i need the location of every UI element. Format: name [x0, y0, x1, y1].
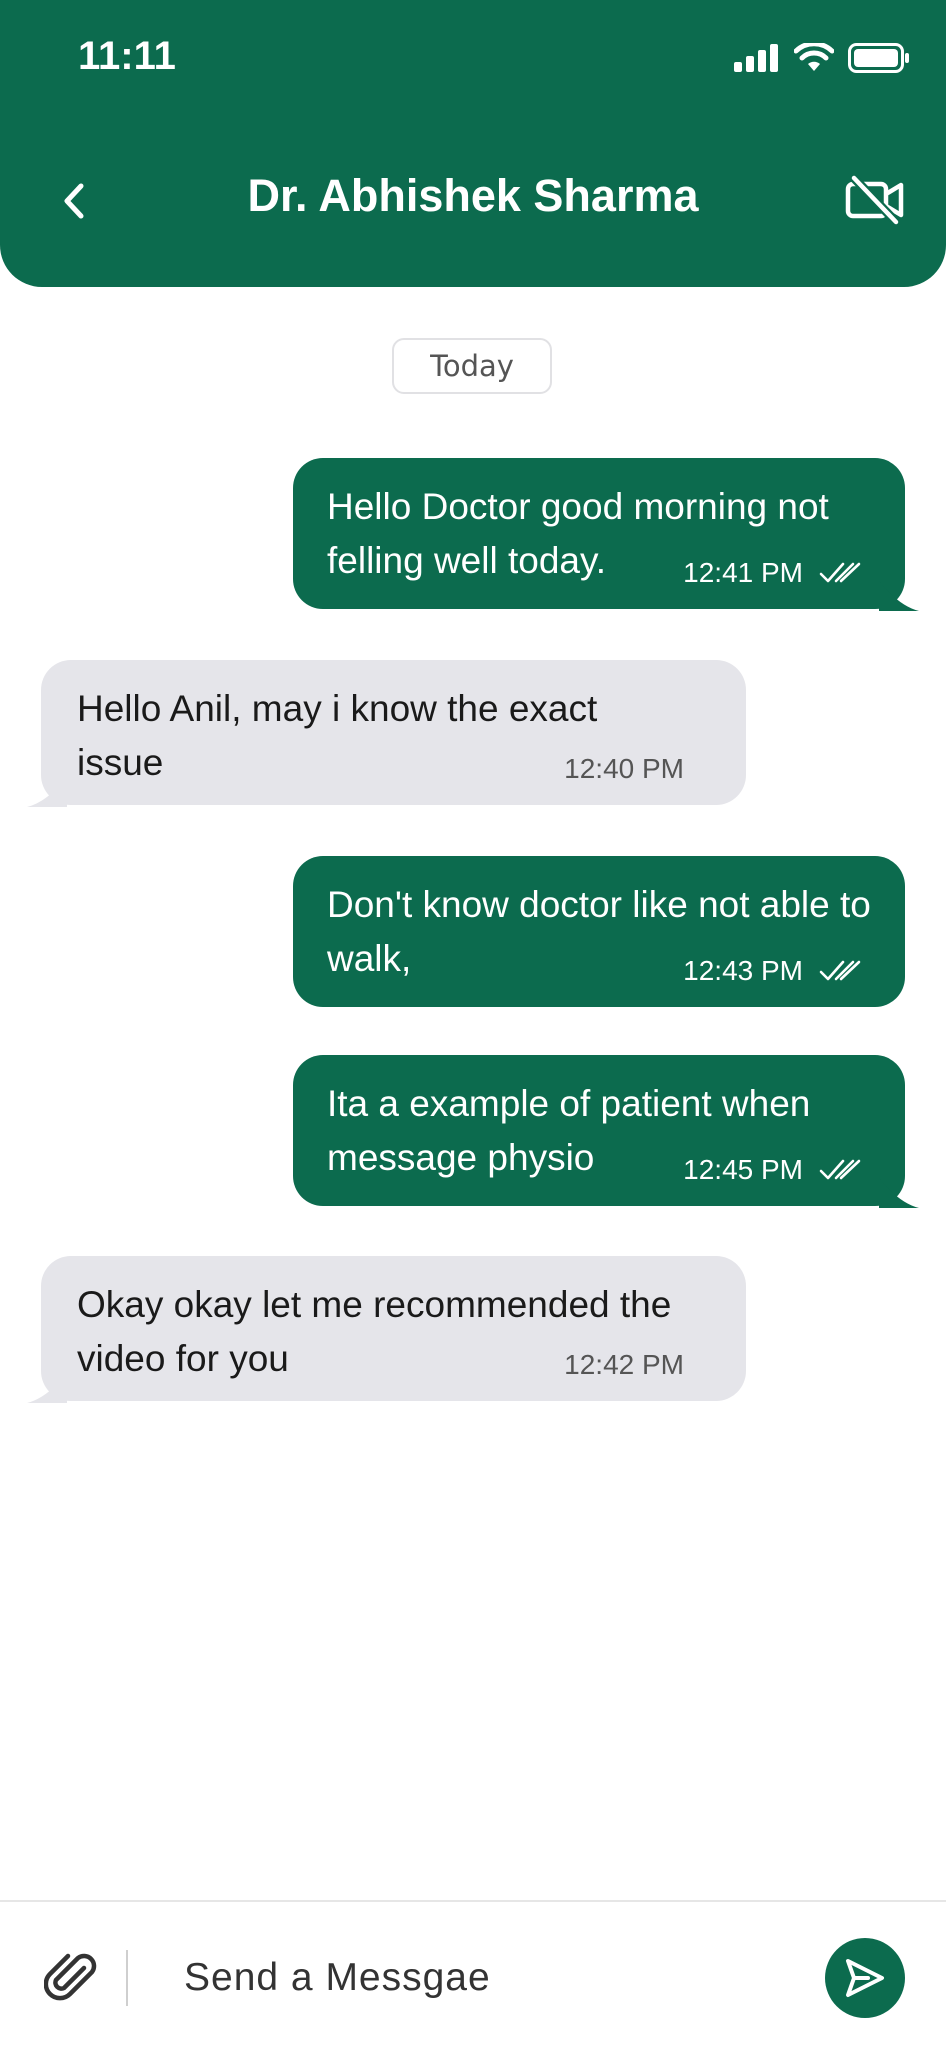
- status-time: 11:11: [78, 34, 176, 78]
- message-incoming: Hello Anil, may i know the exact issue 1…: [27, 660, 746, 807]
- video-off-icon: [845, 174, 904, 226]
- chat-header: 11:11 Dr. Abhishek Sharma: [0, 0, 946, 287]
- message-time: 12:41 PM: [683, 557, 803, 588]
- message-outgoing: Hello Doctor good morning not felling we…: [293, 458, 919, 611]
- message-input[interactable]: [182, 1942, 786, 2014]
- video-call-button[interactable]: [840, 168, 910, 232]
- message-meta: 12:42 PM: [564, 1349, 684, 1381]
- battery-icon: [848, 43, 909, 73]
- doctor-name-title: Dr. Abhishek Sharma: [247, 170, 699, 221]
- message-time: 12:42 PM: [564, 1349, 684, 1380]
- attach-button[interactable]: [43, 1946, 98, 2006]
- message-time: 12:45 PM: [683, 1154, 803, 1185]
- paperclip-icon: [43, 1953, 97, 2001]
- double-check-icon: [819, 1159, 861, 1180]
- double-check-icon: [819, 562, 861, 583]
- signal-icon: [734, 44, 778, 72]
- chevron-left-icon: [64, 183, 84, 219]
- wifi-icon: [794, 43, 834, 71]
- message-meta: 12:45 PM: [683, 1154, 863, 1186]
- composer-divider: [126, 1950, 128, 2006]
- message-meta: 12:41 PM: [683, 557, 863, 589]
- back-button[interactable]: [48, 168, 100, 234]
- message-composer: [0, 1900, 946, 2050]
- bubble-tail: [27, 777, 67, 807]
- send-button[interactable]: [825, 1938, 905, 2018]
- date-separator: Today: [392, 338, 552, 394]
- bubble-tail: [879, 1178, 919, 1208]
- message-meta: 12:40 PM: [564, 753, 684, 785]
- status-icons: [734, 38, 910, 78]
- bubble-tail: [27, 1373, 67, 1403]
- message-outgoing: Don't know doctor like not able to walk,…: [293, 856, 905, 1007]
- double-check-icon: [819, 960, 861, 981]
- message-time: 12:43 PM: [683, 955, 803, 986]
- message-incoming: Okay okay let me recommended the video f…: [27, 1256, 746, 1403]
- message-meta: 12:43 PM: [683, 955, 863, 987]
- send-icon: [846, 1959, 884, 1997]
- bubble-tail: [879, 581, 919, 611]
- message-time: 12:40 PM: [564, 753, 684, 784]
- message-outgoing: Ita a example of patient when message ph…: [293, 1055, 919, 1208]
